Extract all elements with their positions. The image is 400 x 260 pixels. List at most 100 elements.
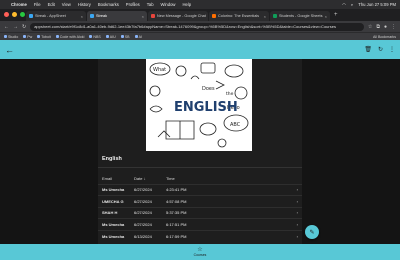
column-header-date-label: Date <box>134 175 143 181</box>
bookmark-favicon-icon <box>89 35 93 38</box>
reload-icon[interactable]: ↻ <box>22 24 26 30</box>
bottom-nav-courses-label[interactable]: Courses <box>194 253 207 257</box>
browser-tab-strip: Streak - AppSheet × Streak × New Message… <box>0 9 400 21</box>
cell-email: UMECHA G <box>98 195 130 207</box>
menu-profiles[interactable]: Profiles <box>126 2 140 7</box>
gmail-favicon-icon <box>151 14 155 18</box>
menu-tab[interactable]: Tab <box>147 2 154 7</box>
menu-help[interactable]: Help <box>182 2 191 7</box>
attendance-table: Email Date ↓ Time Ms Umecha 6/27/2024 4:… <box>98 173 302 242</box>
table-row[interactable]: UMECHA G 6/27/2024 4:57:08 PM › <box>98 195 302 207</box>
refresh-icon[interactable]: ↻ <box>378 46 383 53</box>
divider <box>98 167 302 168</box>
close-window-icon[interactable] <box>4 12 9 17</box>
tab-label: Students - Google Sheets <box>279 14 323 18</box>
zoom-window-icon[interactable] <box>20 12 25 17</box>
table-row[interactable]: Ms Umecha 6/27/2024 6:17:51 PM › <box>98 218 302 230</box>
menu-edit[interactable]: Edit <box>48 2 55 7</box>
chevron-right-icon[interactable]: › <box>292 195 302 207</box>
table-row[interactable]: SHAH H 6/27/2024 5:37:35 PM › <box>98 206 302 219</box>
cell-date: 6/27/2024 <box>130 195 162 207</box>
doodle-title: ENGLISH <box>174 100 238 115</box>
cell-time: 6:17:51 PM <box>162 218 292 230</box>
appsheet-favicon-icon <box>90 14 94 18</box>
delete-icon[interactable]: 🗑 <box>364 46 372 53</box>
column-header-email[interactable]: Email <box>98 173 130 184</box>
forward-icon[interactable]: → <box>13 24 18 30</box>
tab-streak-appsheet[interactable]: Streak - AppSheet × <box>26 11 86 21</box>
column-header-date[interactable]: Date ↓ <box>130 173 162 184</box>
menu-view[interactable]: View <box>62 2 71 7</box>
wifi-icon[interactable]: ◠ <box>342 2 346 7</box>
sheets-favicon-icon <box>273 14 277 18</box>
tab-streak[interactable]: Streak × <box>87 11 147 21</box>
tab-google-chat[interactable]: New Message - Google Chat × <box>148 11 208 21</box>
cell-date: 6/13/2024 <box>130 229 162 242</box>
chevron-right-icon[interactable]: › <box>292 229 302 242</box>
new-tab-icon[interactable]: + <box>331 12 341 18</box>
cell-time: 5:37:35 PM <box>162 206 292 219</box>
tab-label: Streak - AppSheet <box>35 14 66 18</box>
menu-window[interactable]: Window <box>161 2 176 7</box>
cell-email: Ms Umecha <box>98 229 130 242</box>
profile-avatar[interactable]: ● <box>384 24 387 30</box>
doodle-word: What <box>153 67 166 73</box>
more-menu-icon[interactable]: ⋮ <box>391 24 396 30</box>
bookmark-label: Pw <box>27 34 33 39</box>
tab-label: New Message - Google Chat <box>157 14 206 18</box>
table-row[interactable]: Ms Umecha 6/27/2024 4:23:41 PM › <box>98 183 302 196</box>
tab-colorino[interactable]: Colorino: The Essentials × <box>209 11 269 21</box>
bookmark-item[interactable]: Studio <box>4 35 18 39</box>
column-header-time[interactable]: Time <box>162 173 292 184</box>
bookmark-label: Code with Aloki <box>59 34 85 39</box>
cell-time: 4:57:08 PM <box>162 195 292 207</box>
menu-app-name[interactable]: Chrome <box>11 2 27 7</box>
appsheet-favicon-icon <box>29 14 33 18</box>
bookmark-favicon-icon <box>37 35 41 38</box>
all-bookmarks-link[interactable]: All Bookmarks <box>373 35 396 39</box>
window-controls <box>4 12 25 17</box>
bookmark-favicon-icon <box>105 35 109 38</box>
english-doodle-illustration: What Does the Hello ABC ENGLISH <box>149 62 249 148</box>
table-row[interactable]: Ms Umecha 6/13/2024 6:17:59 PM › <box>98 229 302 242</box>
app-header: ← 🗑 ↻ ⋮ <box>0 40 400 59</box>
close-tab-icon[interactable]: × <box>81 14 83 19</box>
extensions-icon[interactable]: ⧉ <box>376 24 380 30</box>
bookmark-item[interactable]: AIU <box>105 35 116 39</box>
bookmark-item[interactable]: Code with Aloki <box>55 34 85 39</box>
back-arrow-icon[interactable]: ← <box>5 45 14 55</box>
bookmark-favicon-icon <box>120 35 124 38</box>
back-icon[interactable]: ← <box>4 24 9 30</box>
bookmark-item[interactable]: Pw <box>23 35 32 39</box>
more-options-icon[interactable]: ⋮ <box>389 46 395 53</box>
cell-date: 6/27/2024 <box>130 183 162 196</box>
mac-menu-bar: Chrome File Edit View History Bookmarks … <box>0 0 400 9</box>
menu-file[interactable]: File <box>34 2 41 7</box>
bookmark-favicon-icon <box>23 35 27 38</box>
bookmark-item[interactable]: NBS <box>89 35 101 39</box>
bookmark-star-icon[interactable]: ☆ <box>368 24 372 30</box>
chevron-right-icon[interactable]: › <box>292 218 302 230</box>
close-tab-icon[interactable]: × <box>264 14 266 19</box>
chevron-right-icon[interactable]: › <box>292 206 302 219</box>
cell-date: 6/27/2024 <box>130 218 162 230</box>
address-bar[interactable]: appsheet.com/start/e9f1c8d1-a0a1-40eb-9d… <box>30 22 364 31</box>
menu-history[interactable]: History <box>78 2 91 7</box>
menu-bookmarks[interactable]: Bookmarks <box>98 2 119 7</box>
minimize-window-icon[interactable] <box>12 12 17 17</box>
close-tab-icon[interactable]: × <box>325 14 327 19</box>
bookmark-item[interactable]: SB <box>120 35 130 39</box>
search-icon[interactable]: ⌕ <box>351 2 353 7</box>
menu-datetime[interactable]: Thu Jun 27 5:09 PM <box>358 2 396 7</box>
browser-toolbar: ← → ↻ appsheet.com/start/e9f1c8d1-a0a1-4… <box>0 21 400 32</box>
tab-google-sheets[interactable]: Students - Google Sheets × <box>270 11 330 21</box>
main-content: What Does the Hello ABC ENGLISH English … <box>0 59 400 244</box>
edit-fab-button[interactable]: ✎ <box>305 225 319 239</box>
chevron-right-icon[interactable]: › <box>292 183 302 196</box>
bookmark-item[interactable]: Toboit <box>37 35 51 39</box>
bookmark-label: Studio <box>8 34 19 39</box>
bookmark-item[interactable]: AI <box>134 35 142 39</box>
section-title: English <box>102 156 122 162</box>
close-tab-icon[interactable]: × <box>142 14 144 19</box>
cell-date: 6/27/2024 <box>130 206 162 219</box>
